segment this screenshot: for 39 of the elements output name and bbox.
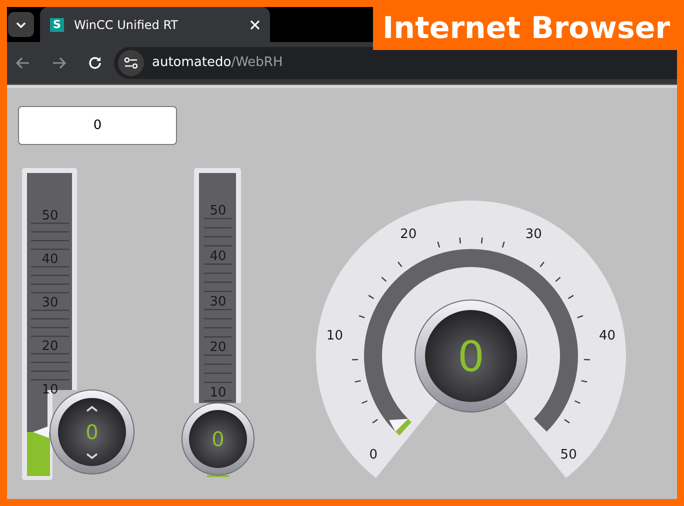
chevron-up-icon[interactable] <box>86 406 98 412</box>
gauge-pointer[interactable] <box>389 418 408 432</box>
scale-label: 30 <box>525 227 542 242</box>
scale-label: 40 <box>210 249 226 264</box>
scale-label: 10 <box>210 386 226 400</box>
tab-list-button[interactable] <box>8 12 34 37</box>
scale-label: 20 <box>210 340 226 355</box>
slider-pointer[interactable] <box>33 426 49 438</box>
scale-label: 40 <box>599 328 616 344</box>
back-arrow-icon[interactable] <box>16 57 30 69</box>
chevron-down-icon <box>16 22 26 28</box>
scale-label: 50 <box>210 204 226 218</box>
url-text: automatedo/WebRH <box>152 54 283 72</box>
value-readout: 0 <box>86 420 98 444</box>
banner-label: Internet Browser <box>372 7 680 50</box>
reload-icon[interactable] <box>88 56 102 70</box>
favicon: S <box>50 18 64 32</box>
gauge-start-marker <box>395 418 412 436</box>
io-field[interactable]: 0 <box>18 106 177 145</box>
tab-title: WinCC Unified RT <box>74 16 180 34</box>
scale-label: 20 <box>42 339 58 354</box>
scale-label: 0 <box>369 448 378 463</box>
scale-label: 30 <box>210 294 226 310</box>
scale-label: 50 <box>560 448 577 463</box>
address-bar[interactable]: automatedo/WebRH <box>114 47 677 79</box>
slider-track[interactable] <box>194 168 241 406</box>
forward-arrow-icon[interactable] <box>52 57 66 69</box>
scale-label: 20 <box>400 227 417 242</box>
value-readout: 0 <box>212 427 224 451</box>
tune-icon[interactable] <box>124 57 138 69</box>
scale-label: 30 <box>42 296 58 310</box>
scale-label: 10 <box>326 328 343 344</box>
chevron-down-icon[interactable] <box>86 453 98 460</box>
scale-label: 50 <box>42 208 58 224</box>
slider-fill <box>27 432 50 476</box>
close-icon[interactable] <box>250 20 260 30</box>
browser-tab[interactable]: S WinCC Unified RT <box>40 7 270 42</box>
scale-label: 40 <box>42 252 58 267</box>
value-readout: 0 <box>458 332 484 381</box>
